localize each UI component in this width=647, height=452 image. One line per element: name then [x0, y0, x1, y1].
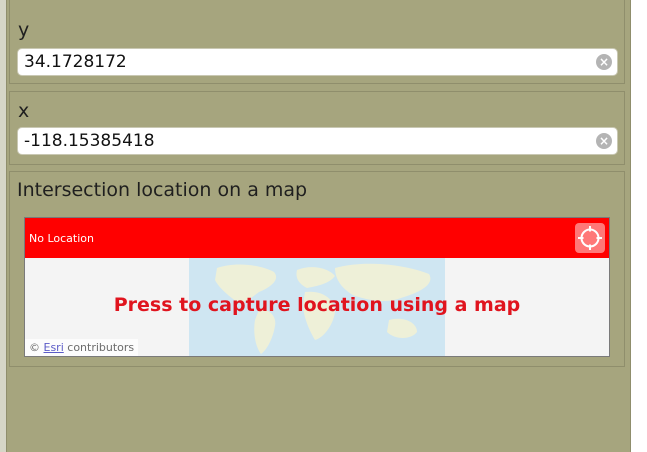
- x-field-panel: x ×: [9, 91, 625, 165]
- page-left-border: [0, 0, 7, 452]
- locate-button[interactable]: [575, 223, 605, 253]
- y-field-panel: y ×: [9, 0, 625, 84]
- map-status-text: No Location: [29, 232, 94, 245]
- attribution-copyright: ©: [29, 341, 40, 354]
- map-field-label: Intersection location on a map: [17, 179, 308, 201]
- y-field-input[interactable]: [18, 49, 594, 75]
- map-attribution: © Esri contributors: [25, 339, 139, 356]
- map-status-bar: No Location: [25, 218, 609, 258]
- capture-location-prompt[interactable]: Press to capture location using a map: [25, 294, 609, 316]
- y-field-label: y: [18, 19, 30, 41]
- x-field-label: x: [18, 100, 30, 122]
- y-field-input-wrap[interactable]: ×: [17, 48, 618, 76]
- attribution-rest: contributors: [67, 341, 135, 354]
- map-field-panel: Intersection location on a map No Locati…: [9, 171, 625, 367]
- x-field-input[interactable]: [18, 128, 594, 154]
- scrollbar-track[interactable]: [630, 0, 647, 452]
- map-capture-area[interactable]: Press to capture location using a map © …: [25, 258, 609, 356]
- clear-icon[interactable]: ×: [596, 54, 612, 70]
- map-widget[interactable]: No Location Press to capture location us…: [24, 217, 610, 357]
- x-field-input-wrap[interactable]: ×: [17, 127, 618, 155]
- clear-icon[interactable]: ×: [596, 133, 612, 149]
- crosshair-icon: [578, 226, 602, 250]
- esri-link[interactable]: Esri: [44, 341, 64, 354]
